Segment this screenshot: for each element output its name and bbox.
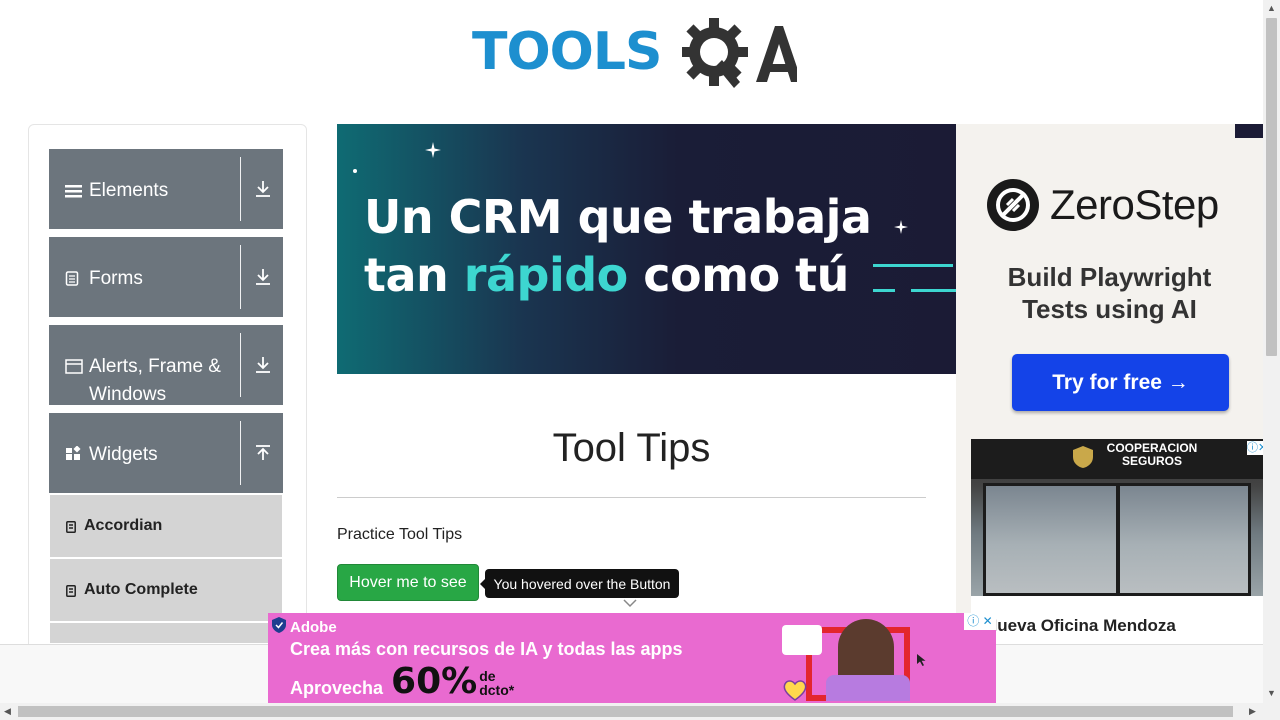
sidebar-item-partial[interactable] [50, 623, 282, 643]
gear-logo-icon [682, 18, 797, 88]
ad-close-icon[interactable]: ⓘ ✕ [964, 613, 996, 630]
horizontal-scrollbar[interactable]: ◀ ▶ [0, 703, 1263, 720]
list-icon [66, 584, 76, 597]
menu-icon [65, 179, 89, 207]
offer-suffix: de dcto* [479, 669, 514, 697]
download-icon[interactable] [242, 237, 283, 317]
title-divider [337, 497, 926, 498]
banner-text: tan [364, 248, 464, 302]
zerostep-logo-icon [987, 179, 1039, 231]
photo-ad-caption[interactable]: Nueva Oficina Mendoza [971, 596, 1263, 644]
zerostep-logo: ZeroStep [986, 178, 1219, 232]
sidebar-group-forms[interactable]: Forms [49, 237, 283, 317]
banner-text: como tú [627, 248, 849, 302]
document-icon [65, 267, 89, 295]
widgets-icon [65, 443, 89, 471]
toolsqa-logo[interactable]: TOOLS QA [472, 16, 797, 92]
offer-text: Aprovecha [290, 678, 384, 698]
accent-line [873, 264, 953, 267]
divider [240, 333, 241, 397]
logo-text: TOOLS [472, 22, 662, 82]
sidebar-item-label: Accordian [84, 517, 163, 534]
shield-logo-icon [1073, 446, 1093, 468]
office-sign: COOPERACION SEGUROS [1106, 441, 1198, 468]
offer-percent: 60% [391, 661, 478, 702]
sidebar-group-label: Widgets [89, 444, 158, 465]
hover-me-button[interactable]: Hover me to see [337, 564, 479, 601]
sidebar-item-accordian[interactable]: Accordian [50, 495, 282, 557]
sidebar-item-label: Auto Complete [84, 581, 198, 598]
photo-ad[interactable]: COOPERACION SEGUROS ⓘ✕ [971, 439, 1263, 596]
sidebar-group-label: Alerts, Frame & Windows [89, 356, 221, 405]
tooltip: You hovered over the Button [485, 569, 679, 598]
banner-ad[interactable]: Un CRM que trabaja tan rápido como tú [337, 124, 956, 374]
banner-highlight: rápido [463, 248, 628, 302]
divider [240, 421, 241, 485]
page-title: Tool Tips [552, 426, 711, 470]
upload-icon[interactable] [242, 413, 283, 493]
zerostep-tagline: Build Playwright Tests using AI [956, 261, 1263, 325]
star-dot [353, 169, 357, 173]
sidebar-group-label: Forms [89, 268, 143, 289]
chevron-down-icon [623, 599, 637, 608]
download-icon[interactable] [242, 325, 283, 405]
vertical-scrollbar[interactable]: ▲ ▼ [1263, 0, 1280, 720]
accent-line [873, 289, 895, 292]
offer-suffix-line: de [479, 668, 496, 684]
sparkle-icon [894, 220, 908, 234]
scroll-left-icon[interactable]: ◀ [4, 706, 11, 717]
scroll-down-icon[interactable]: ▼ [1267, 688, 1276, 698]
divider [240, 157, 241, 221]
page: TOOLS QA [0, 0, 1280, 720]
practice-label: Practice Tool Tips [337, 526, 463, 543]
left-sidebar: Elements Forms Alerts, Frame & Windows W… [28, 124, 307, 664]
offer-suffix-line: dcto* [479, 682, 515, 698]
adobe-headline: Crea más con recursos de IA y todas las … [290, 639, 683, 659]
zerostep-brand: ZeroStep [1050, 181, 1219, 228]
vertical-scroll-thumb[interactable] [1266, 18, 1277, 356]
window-frame [1116, 483, 1120, 596]
tagline-line: Tests using AI [1022, 294, 1197, 324]
sidebar-group-widgets[interactable]: Widgets [49, 413, 283, 493]
download-icon[interactable] [242, 149, 283, 229]
sidebar-item-auto-complete[interactable]: Auto Complete [50, 559, 282, 621]
shield-icon [272, 617, 286, 633]
tagline-line: Build Playwright [1007, 262, 1212, 292]
sidebar-group-elements[interactable]: Elements [49, 149, 283, 229]
ad-disclaimer [964, 639, 988, 699]
sparkle-icon [425, 142, 441, 158]
horizontal-scroll-thumb[interactable] [18, 706, 1233, 717]
accent-line [911, 289, 956, 292]
sidebar-group-alerts-frame-windows[interactable]: Alerts, Frame & Windows [49, 325, 283, 405]
divider [240, 245, 241, 309]
sidebar-group-label: Elements [89, 180, 169, 201]
window-icon [65, 355, 89, 383]
list-icon [66, 520, 76, 533]
ad-choices-icon[interactable]: ⓘ✕ [1247, 441, 1263, 455]
ad-illustration [778, 617, 914, 701]
adobe-brand: Adobe [290, 619, 337, 636]
banner-headline-1: Un CRM que trabaja [364, 190, 872, 244]
heart-icon [783, 680, 807, 701]
ad-corner [1235, 124, 1263, 138]
cursor-icon [917, 654, 926, 666]
try-for-free-button[interactable]: Try for free → [1012, 354, 1229, 411]
scroll-right-icon[interactable]: ▶ [1249, 706, 1256, 717]
banner-headline-2: tan rápido como tú [364, 248, 849, 302]
adobe-ad[interactable]: Adobe Crea más con recursos de IA y toda… [268, 613, 996, 703]
adobe-offer: Aprovecha 60% de dcto* [290, 661, 514, 702]
scroll-up-icon[interactable]: ▲ [1267, 3, 1276, 13]
